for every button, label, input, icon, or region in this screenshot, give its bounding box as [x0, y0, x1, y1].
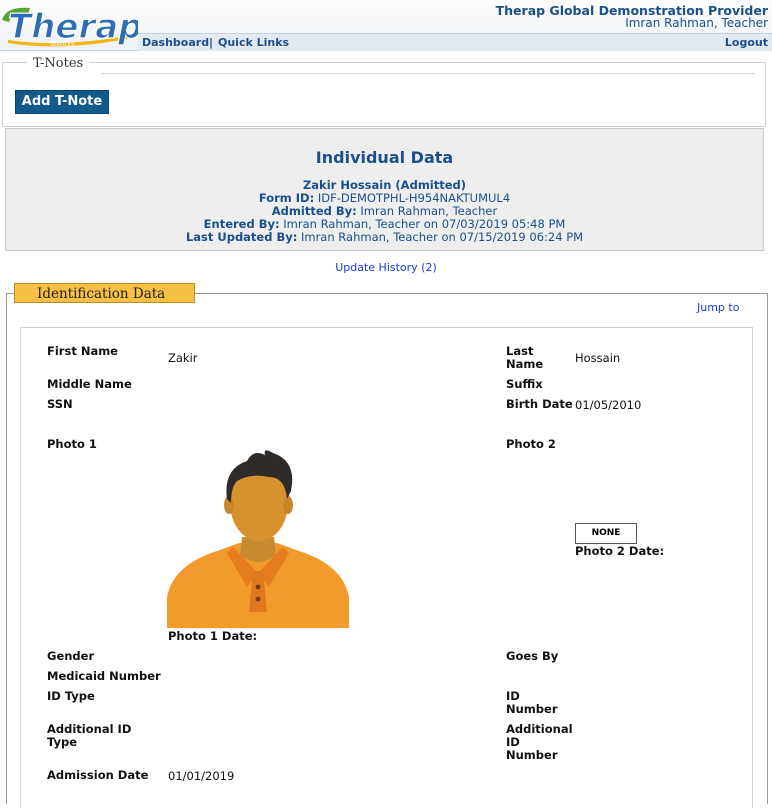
tnotes-panel: T-Notes Add T-Note [2, 56, 766, 127]
additional-id-type-label: Additional ID Type [47, 722, 132, 749]
photo2-none-button[interactable]: NONE [575, 523, 637, 544]
entered-by-label: Entered By: [203, 217, 280, 231]
logo-subtext: SERVICES [50, 42, 74, 48]
entered-by-value: Imran Rahman, Teacher on 07/03/2019 05:4… [283, 217, 566, 231]
form-id-value: IDF-DEMOTPHL-H954NAKTUMUL4 [317, 191, 511, 205]
suffix-label: Suffix [506, 377, 543, 391]
logo-wordmark: Therap [8, 7, 138, 47]
form-id-label: Form ID: [258, 191, 315, 205]
photo1-label: Photo 1 [47, 437, 97, 451]
medicaid-number-label: Medicaid Number [47, 669, 161, 683]
photo1-date-label: Photo 1 Date: [168, 629, 258, 643]
id-type-label: ID Type [47, 689, 95, 703]
nav-bar: Dashboard | Quick Links Logout [138, 33, 772, 51]
photo2-date-label: Photo 2 Date: [575, 544, 665, 558]
last-updated-line: Last Updated By: Imran Rahman, Teacher o… [6, 230, 763, 244]
current-user-name: Imran Rahman, Teacher [625, 16, 768, 30]
admission-date-label: Admission Date [47, 768, 149, 782]
page-title: Individual Data [315, 148, 454, 167]
goes-by-label: Goes By [506, 649, 559, 663]
birth-date-value: 01/05/2010 [575, 398, 642, 412]
logout-link[interactable]: Logout [725, 36, 768, 49]
person-avatar-icon [167, 447, 349, 628]
last-name-value: Hossain [575, 351, 621, 365]
middle-name-label: Middle Name [47, 377, 132, 391]
photo2-label: Photo 2 [506, 437, 556, 451]
app-header: Therap SERVICES Therap Global Demonstrat… [0, 0, 772, 51]
birth-date-label: Birth Date [506, 397, 573, 411]
last-name-label: Last Name [506, 344, 544, 371]
entered-by-line: Entered By: Imran Rahman, Teacher on 07/… [6, 217, 763, 231]
identification-tab: Identification Data [14, 283, 195, 303]
form-id-line: Form ID: IDF-DEMOTPHL-H954NAKTUMUL4 [6, 191, 763, 205]
update-history-link[interactable]: Update History (2) [0, 261, 772, 274]
admitted-by-line: Admitted By: Imran Rahman, Teacher [6, 204, 763, 218]
admitted-by-value: Imran Rahman, Teacher [360, 204, 498, 218]
id-number-label: ID Number [506, 689, 558, 716]
tnotes-legend: T-Notes [27, 56, 90, 71]
nav-separator: | [209, 36, 214, 49]
tnotes-divider [101, 73, 755, 74]
first-name-value: Zakir [168, 351, 198, 365]
therap-logo[interactable]: Therap SERVICES [2, 2, 138, 48]
last-updated-label: Last Updated By: [185, 230, 298, 244]
last-updated-value: Imran Rahman, Teacher on 07/15/2019 06:2… [300, 230, 584, 244]
admitted-by-label: Admitted By: [271, 204, 357, 218]
quick-links-link[interactable]: Quick Links [218, 36, 289, 49]
ssn-label: SSN [47, 397, 73, 411]
dashboard-link[interactable]: Dashboard [142, 36, 209, 49]
admission-date-value: 01/01/2019 [168, 769, 235, 783]
additional-id-number-label: Additional ID Number [506, 722, 573, 762]
individual-name: Zakir Hossain (Admitted) [302, 178, 467, 192]
first-name-label: First Name [47, 344, 118, 358]
add-tnote-button[interactable]: Add T-Note [15, 90, 109, 114]
gender-label: Gender [47, 649, 95, 663]
jump-to-link[interactable]: Jump to [697, 301, 739, 314]
individual-summary-panel: Individual Data Zakir Hossain (Admitted)… [5, 128, 764, 251]
